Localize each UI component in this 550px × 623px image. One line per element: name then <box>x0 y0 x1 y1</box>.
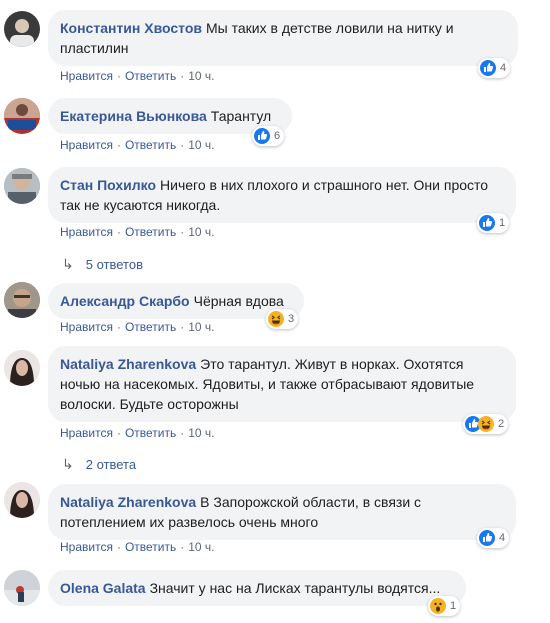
reaction-summary[interactable]: 4 <box>478 58 511 78</box>
comment-text: Значит у нас на Лисках тарантулы водятся… <box>149 580 441 596</box>
comment-bubble: Александр Скарбо Чёрная вдова <box>48 283 304 319</box>
avatar[interactable] <box>4 482 40 518</box>
comment-bubble: Стан Похилко Ничего в них плохого и страш… <box>48 167 516 223</box>
reaction-summary[interactable]: 1 <box>428 596 461 616</box>
reply-link[interactable]: Ответить <box>125 320 176 334</box>
like-icon <box>480 60 496 76</box>
comment-time[interactable]: 10 ч. <box>188 540 214 554</box>
like-link[interactable]: Нравится <box>60 138 113 152</box>
comment-actions: Нравится · Ответить · 10 ч. <box>60 426 215 440</box>
comment-bubble: Olena Galata Значит у нас на Лисках таран… <box>48 570 466 606</box>
haha-icon <box>268 311 284 327</box>
reply-arrow-icon: ↳ <box>62 456 74 472</box>
avatar[interactable] <box>4 98 40 134</box>
comment-author[interactable]: Александр Скарбо <box>60 293 190 309</box>
reaction-summary[interactable]: 6 <box>252 126 285 146</box>
comment-time[interactable]: 10 ч. <box>188 138 214 152</box>
comment-author[interactable]: Nataliya Zharenkova <box>60 356 196 372</box>
comment-time[interactable]: 10 ч. <box>188 426 214 440</box>
reply-arrow-icon: ↳ <box>62 256 74 272</box>
like-link[interactable]: Нравится <box>60 320 113 334</box>
comment-actions: Нравится · Ответить · 10 ч. <box>60 225 215 239</box>
like-icon <box>479 530 495 546</box>
like-link[interactable]: Нравится <box>60 69 113 83</box>
haha-icon <box>478 416 494 432</box>
comment-time[interactable]: 10 ч. <box>188 69 214 83</box>
comment-actions: Нравится · Ответить · 10 ч. <box>60 69 215 83</box>
avatar[interactable] <box>4 11 40 47</box>
reaction-summary[interactable]: 2 <box>463 414 509 434</box>
comment-bubble: Константин Хвостов Мы таких в детстве лов… <box>48 10 518 66</box>
reply-link[interactable]: Ответить <box>125 225 176 239</box>
like-link[interactable]: Нравится <box>60 426 113 440</box>
reply-link[interactable]: Ответить <box>125 426 176 440</box>
view-replies-link[interactable]: ↳ 5 ответов <box>62 255 143 274</box>
reaction-count: 6 <box>274 130 281 142</box>
reaction-count: 1 <box>499 217 506 229</box>
reply-link[interactable]: Ответить <box>125 69 176 83</box>
comment-text: Тарантул <box>210 108 272 124</box>
comment-author[interactable]: Екатерина Вьюнкова <box>60 108 207 124</box>
comment-author[interactable]: Константин Хвостов <box>60 20 202 36</box>
avatar[interactable] <box>4 350 40 386</box>
reaction-summary[interactable]: 1 <box>477 213 510 233</box>
like-icon <box>479 215 495 231</box>
reaction-count: 2 <box>498 418 505 430</box>
comment-actions: Нравится · Ответить · 10 ч. <box>60 320 215 334</box>
comment-time[interactable]: 10 ч. <box>188 225 214 239</box>
comment-author[interactable]: Стан Похилко <box>60 177 156 193</box>
wow-icon <box>430 598 446 614</box>
reaction-summary[interactable]: 3 <box>266 309 299 329</box>
reaction-count: 4 <box>499 532 506 544</box>
reaction-count: 1 <box>450 600 457 612</box>
replies-count: 2 ответа <box>85 457 137 472</box>
reply-link[interactable]: Ответить <box>125 540 176 554</box>
comment-text: Чёрная вдова <box>193 293 284 309</box>
like-link[interactable]: Нравится <box>60 225 113 239</box>
comment-actions: Нравится · Ответить · 10 ч. <box>60 540 215 554</box>
avatar[interactable] <box>4 282 40 318</box>
reaction-summary[interactable]: 4 <box>477 528 510 548</box>
reaction-count: 3 <box>288 313 295 325</box>
like-icon <box>254 128 270 144</box>
comment-time[interactable]: 10 ч. <box>188 320 214 334</box>
comment-author[interactable]: Nataliya Zharenkova <box>60 494 196 510</box>
comment-bubble: Nataliya Zharenkova В Запорожской области… <box>48 484 516 540</box>
comment-bubble: Nataliya Zharenkova Это тарантул. Живут в… <box>48 346 516 422</box>
reaction-count: 4 <box>500 62 507 74</box>
comment-author[interactable]: Olena Galata <box>60 580 146 596</box>
avatar[interactable] <box>4 570 40 606</box>
like-link[interactable]: Нравится <box>60 540 113 554</box>
replies-count: 5 ответов <box>85 257 143 272</box>
reply-link[interactable]: Ответить <box>125 138 176 152</box>
avatar[interactable] <box>4 168 40 204</box>
comment-actions: Нравится · Ответить · 10 ч. <box>60 138 215 152</box>
view-replies-link[interactable]: ↳ 2 ответа <box>62 455 136 474</box>
